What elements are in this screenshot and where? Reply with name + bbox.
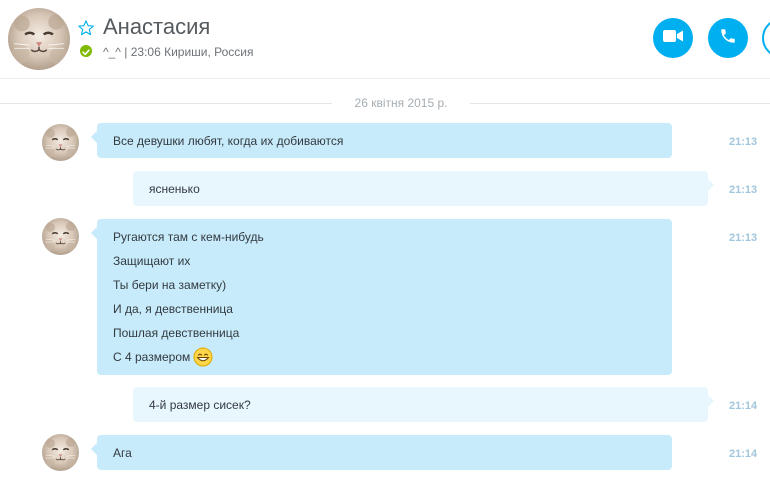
mood-and-location: ^_^ | 23:06 Кириши, Россия <box>103 45 254 59</box>
message-bubble[interactable]: Ругаются там с кем-нибудь Защищают их Ты… <box>91 219 672 375</box>
sender-avatar[interactable] <box>42 218 79 255</box>
message-bubble[interactable]: Все девушки любят, когда их добиваются <box>91 123 672 158</box>
message-time: 21:13 <box>729 136 758 148</box>
phone-icon <box>719 27 737 50</box>
message-time: 21:13 <box>729 232 758 244</box>
divider-line <box>0 103 332 104</box>
message-text: Пошлая девственница <box>113 326 240 340</box>
date-label: 26 квітня 2015 р. <box>354 96 448 110</box>
audio-call-button[interactable] <box>708 18 748 58</box>
message-text: И да, я девственница <box>113 302 233 316</box>
message-time: 21:14 <box>729 448 758 460</box>
chat-window: Анастасия ^_^ | 23:06 Кириши, Россия 26 … <box>0 0 770 477</box>
contact-avatar[interactable] <box>8 8 70 70</box>
message-text: ясненько <box>149 182 200 196</box>
conversation-header: Анастасия ^_^ | 23:06 Кириши, Россия <box>0 0 770 79</box>
star-outline-icon[interactable] <box>77 19 95 37</box>
video-camera-icon <box>663 29 683 48</box>
add-participant-button[interactable] <box>762 18 770 58</box>
message-bubble[interactable]: Ага <box>91 435 672 470</box>
message-text: Ругаются там с кем-нибудь <box>113 230 264 244</box>
video-call-button[interactable] <box>653 18 693 58</box>
date-divider: 26 квітня 2015 р. <box>0 93 770 113</box>
message-time: 21:14 <box>729 400 758 412</box>
message-text: Все девушки любят, когда их добиваются <box>113 134 344 148</box>
message-text: Ага <box>113 446 132 460</box>
message-text: Ты бери на заметку) <box>113 278 227 292</box>
divider-line <box>470 103 770 104</box>
contact-name[interactable]: Анастасия <box>103 14 210 40</box>
grinning-emoji-icon <box>193 347 213 367</box>
message-text: Защищают их <box>113 254 191 268</box>
message-bubble[interactable]: 4-й размер сисек? <box>133 387 714 422</box>
online-check-icon <box>80 45 92 57</box>
message-bubble[interactable]: ясненько <box>133 171 714 206</box>
sender-avatar[interactable] <box>42 124 79 161</box>
message-text: С 4 размером <box>113 350 191 364</box>
message-time: 21:13 <box>729 184 758 196</box>
message-text: 4-й размер сисек? <box>149 398 251 412</box>
sender-avatar[interactable] <box>42 434 79 471</box>
